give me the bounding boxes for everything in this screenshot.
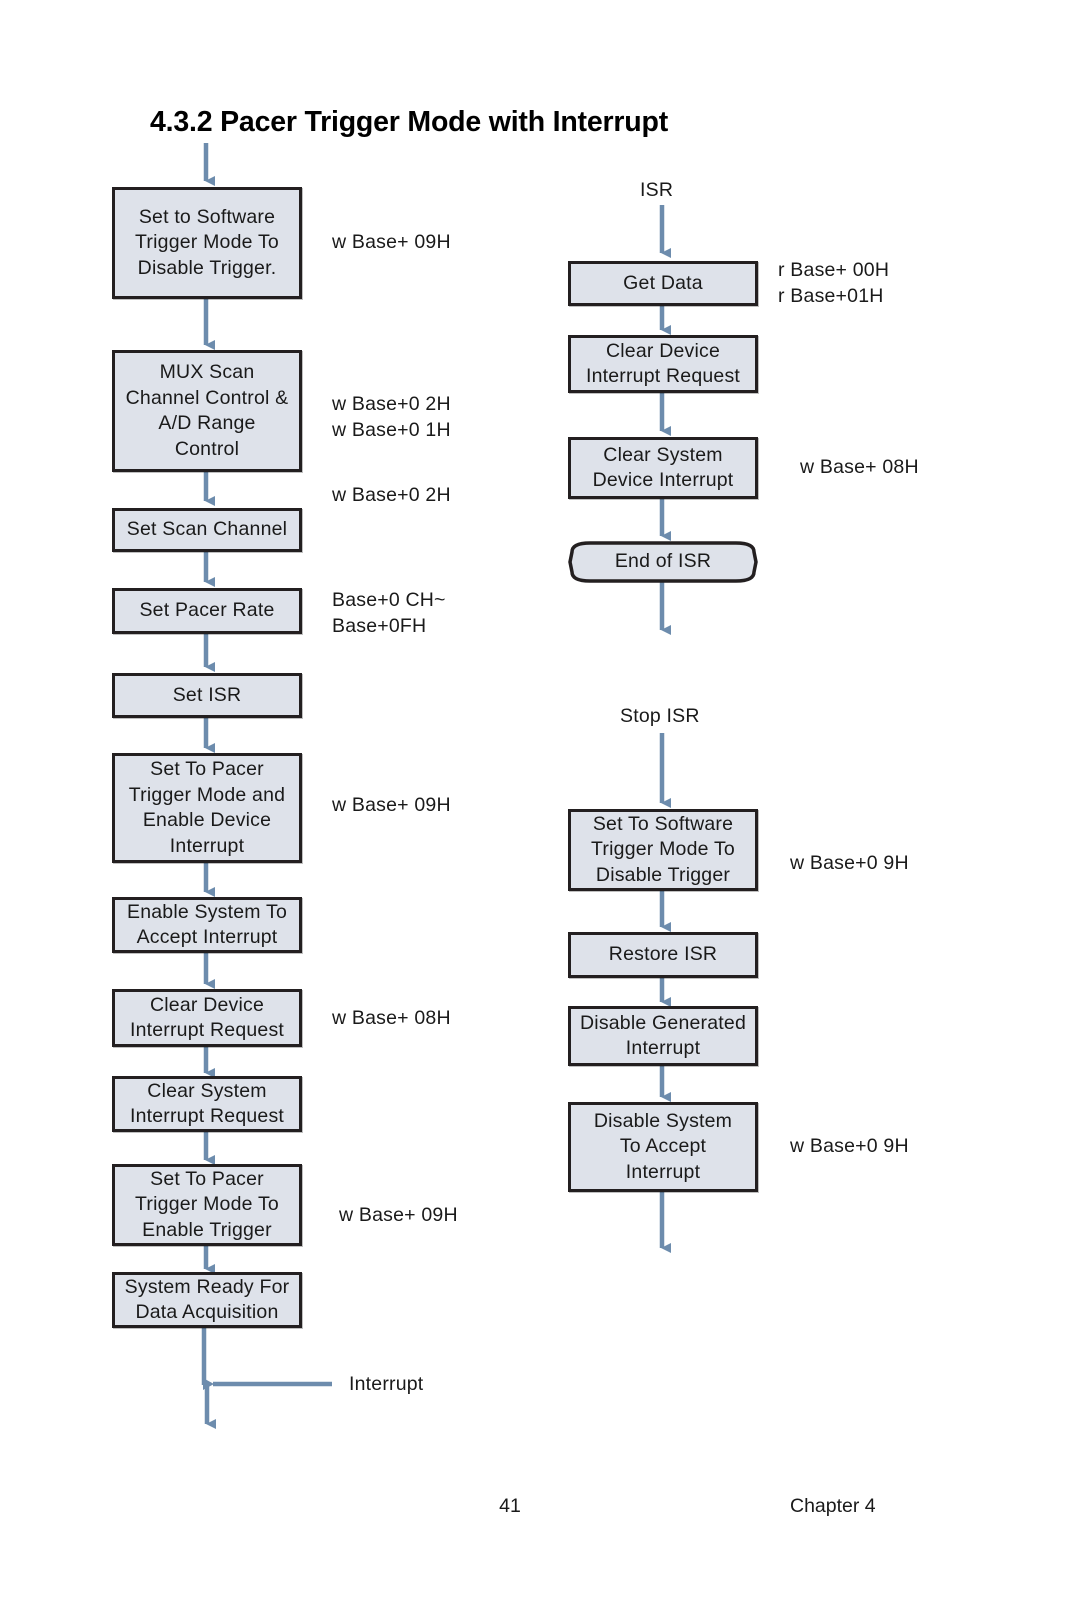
- node-label: Set Scan Channel: [126, 518, 288, 541]
- annotation-disable-system-accept-interrupt: w Base+0 9H: [790, 1135, 909, 1157]
- annotation-set-scan-channel: w Base+0 2H: [332, 484, 451, 506]
- node-mux-scan-channel-control[interactable]: MUX Scan Channel Control & A/D Range Con…: [112, 350, 302, 472]
- node-disable-system-accept-interrupt[interactable]: Disable System To Accept Interrupt: [568, 1102, 758, 1192]
- node-label: Disable Generated Interrupt: [580, 1011, 746, 1060]
- annotation-set-pacer-enable-trigger: w Base+ 09H: [339, 1204, 458, 1226]
- annotation-mux-scan-channel: w Base+0 2H w Base+0 1H: [332, 393, 451, 441]
- node-isr-clear-system-device-interrupt[interactable]: Clear System Device Interrupt: [568, 437, 758, 499]
- node-clear-device-interrupt-request[interactable]: Clear Device Interrupt Request: [112, 989, 302, 1047]
- node-system-ready-data-acquisition[interactable]: System Ready For Data Acquisition: [112, 1272, 302, 1328]
- node-set-scan-channel[interactable]: Set Scan Channel: [112, 508, 302, 552]
- annotation-set-software-trigger: w Base+ 09H: [332, 231, 451, 253]
- node-set-isr[interactable]: Set ISR: [112, 673, 302, 718]
- footer-chapter-label: Chapter 4: [790, 1495, 876, 1517]
- label-isr-entry: ISR: [640, 179, 674, 201]
- node-stop-set-software-trigger-mode-disable[interactable]: Set To Software Trigger Mode To Disable …: [568, 809, 758, 891]
- label-stop-isr-entry: Stop ISR: [620, 705, 700, 727]
- annotation-set-pacer-trigger-enable-device: w Base+ 09H: [332, 794, 451, 816]
- node-label: Clear Device Interrupt Request: [585, 339, 741, 388]
- node-get-data[interactable]: Get Data: [568, 261, 758, 306]
- node-enable-system-accept-interrupt[interactable]: Enable System To Accept Interrupt: [112, 897, 302, 953]
- node-label: End of ISR: [614, 550, 712, 573]
- node-end-of-isr[interactable]: End of ISR: [568, 541, 758, 583]
- footer-page-number: 41: [499, 1495, 521, 1517]
- node-label: System Ready For Data Acquisition: [124, 1275, 290, 1324]
- page-title: 4.3.2 Pacer Trigger Mode with Interrupt: [150, 106, 668, 138]
- annotation-get-data: r Base+ 00H r Base+01H: [778, 259, 890, 307]
- node-label: Set to Software Trigger Mode To Disable …: [135, 205, 279, 279]
- node-clear-system-interrupt-request[interactable]: Clear System Interrupt Request: [112, 1076, 302, 1132]
- node-restore-isr[interactable]: Restore ISR: [568, 932, 758, 978]
- annotation-clear-system-device-interrupt: w Base+ 08H: [800, 456, 919, 478]
- label-interrupt-event: Interrupt: [349, 1373, 424, 1395]
- document-page: 4.3.2 Pacer Trigger Mode with Interrupt: [0, 0, 1080, 1618]
- annotation-stop-set-software-trigger: w Base+0 9H: [790, 852, 909, 874]
- node-disable-generated-interrupt[interactable]: Disable Generated Interrupt: [568, 1006, 758, 1066]
- node-set-pacer-trigger-mode-enable-device-interrupt[interactable]: Set To Pacer Trigger Mode and Enable Dev…: [112, 753, 302, 863]
- node-label: Set To Software Trigger Mode To Disable …: [591, 812, 735, 886]
- node-label: Restore ISR: [608, 943, 718, 966]
- node-label: Clear System Device Interrupt: [592, 443, 734, 492]
- node-isr-clear-device-interrupt-request[interactable]: Clear Device Interrupt Request: [568, 335, 758, 393]
- node-label: Disable System To Accept Interrupt: [593, 1109, 733, 1183]
- node-label: Set To Pacer Trigger Mode and Enable Dev…: [128, 758, 286, 857]
- node-label: Enable System To Accept Interrupt: [126, 900, 287, 949]
- node-label: Get Data: [623, 271, 703, 294]
- node-set-software-trigger-mode-disable[interactable]: Set to Software Trigger Mode To Disable …: [112, 187, 302, 299]
- node-label: Set To Pacer Trigger Mode To Enable Trig…: [135, 1167, 279, 1241]
- node-label: Set Pacer Rate: [139, 599, 275, 622]
- node-set-pacer-rate[interactable]: Set Pacer Rate: [112, 588, 302, 634]
- annotation-clear-device-interrupt: w Base+ 08H: [332, 1007, 451, 1029]
- node-set-pacer-trigger-mode-enable-trigger[interactable]: Set To Pacer Trigger Mode To Enable Trig…: [112, 1164, 302, 1246]
- node-label: Clear Device Interrupt Request: [129, 993, 285, 1042]
- node-label: MUX Scan Channel Control & A/D Range Con…: [125, 361, 289, 460]
- node-label: Clear System Interrupt Request: [129, 1079, 285, 1128]
- annotation-set-pacer-rate: Base+0 CH~ Base+0FH: [332, 589, 446, 637]
- node-label: Set ISR: [172, 683, 242, 706]
